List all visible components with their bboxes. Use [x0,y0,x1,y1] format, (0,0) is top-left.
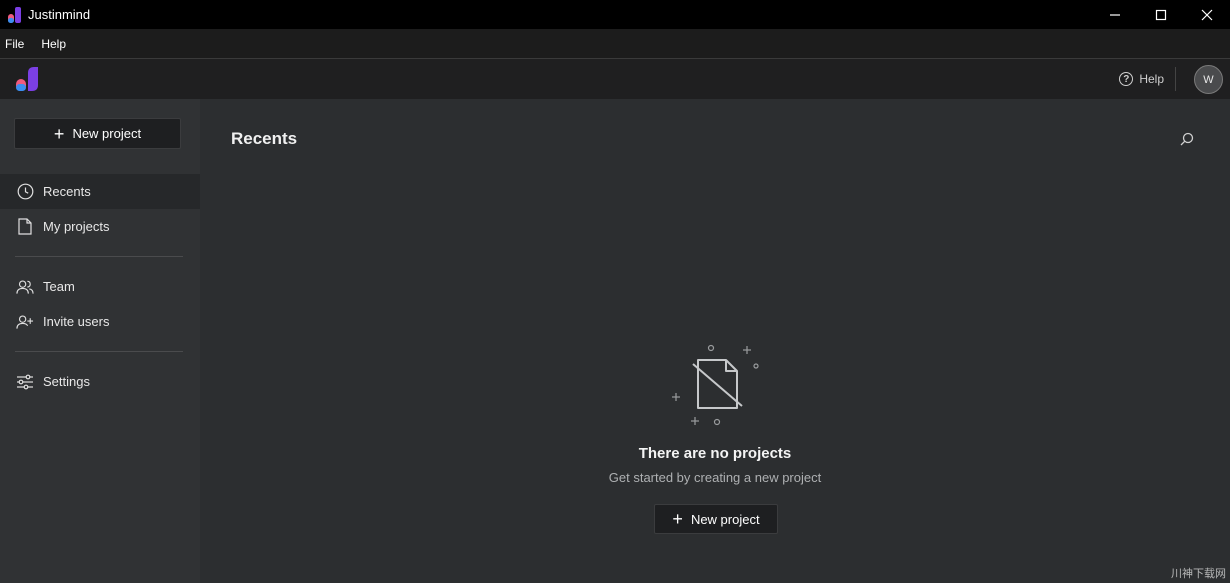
app-header: ? Help W [0,59,1230,99]
help-label: Help [1139,72,1164,86]
sidebar-item-my-projects[interactable]: My projects [0,209,200,244]
minimize-button[interactable] [1092,0,1138,29]
justinmind-logo-icon [8,6,22,23]
no-document-illustration-icon [670,342,762,432]
search-icon [1180,132,1194,146]
plus-icon: + [53,123,65,144]
sidebar-item-label: Invite users [43,314,110,329]
help-link[interactable]: ? Help [1119,69,1164,89]
sidebar-item-label: Team [43,279,75,294]
new-project-label: New project [72,126,142,141]
justinmind-logo-icon[interactable] [16,67,40,93]
document-icon [16,218,34,236]
search-button[interactable] [1179,131,1195,147]
question-icon: ? [1119,72,1134,86]
window-title-bar: Justinmind [0,0,1230,29]
close-icon [1201,9,1213,20]
clock-icon [16,183,34,201]
header-divider [1175,67,1176,91]
page-title: Recents [231,129,298,148]
sidebar-divider [15,351,183,352]
new-project-label: New project [690,511,760,527]
sidebar-item-team[interactable]: Team [0,269,200,304]
sliders-icon [16,373,34,391]
plus-icon: + [672,509,683,529]
sidebar: + New project Recents My projects Team I… [0,99,200,583]
user-avatar[interactable]: W [1194,65,1223,94]
main-content: Recents There are no projects Get starte… [200,99,1230,583]
maximize-button[interactable] [1138,0,1184,29]
invite-user-icon [16,313,34,331]
sidebar-item-label: My projects [43,219,110,234]
maximize-icon [1155,9,1167,20]
sidebar-item-recents[interactable]: Recents [0,174,200,209]
team-icon [16,278,34,296]
sidebar-item-settings[interactable]: Settings [0,364,200,399]
close-button[interactable] [1184,0,1230,29]
menu-help[interactable]: Help [36,37,74,51]
window-title: Justinmind [28,7,91,22]
minimize-icon [1110,13,1120,16]
sidebar-item-invite-users[interactable]: Invite users [0,304,200,339]
sidebar-divider [15,256,183,257]
watermark: 川神下载网 [1171,568,1226,580]
menu-file[interactable]: File [0,37,32,51]
menu-bar: File Help [0,29,1230,59]
empty-state-title: There are no projects [638,445,792,462]
sidebar-item-label: Recents [43,184,91,199]
sidebar-item-label: Settings [43,374,90,389]
empty-state-new-project-button[interactable]: + New project [654,504,778,534]
new-project-button[interactable]: + New project [14,118,181,149]
empty-state-subtitle: Get started by creating a new project [608,470,822,485]
